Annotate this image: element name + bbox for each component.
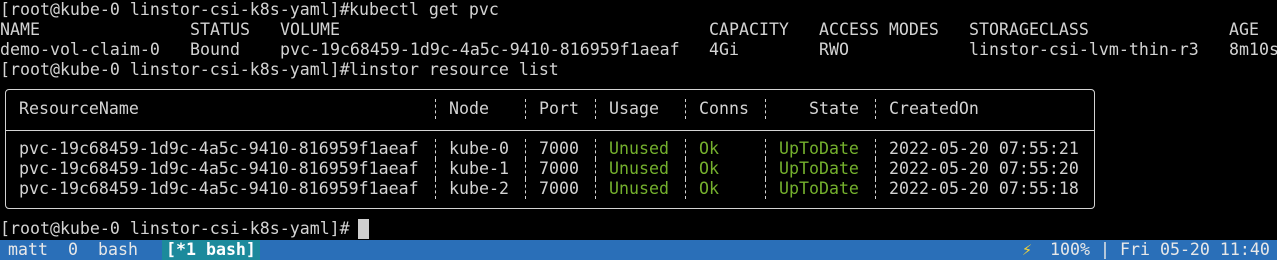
resource-state: UpToDate bbox=[779, 139, 859, 158]
pvc-storageclass: linstor-csi-lvm-thin-r3 bbox=[969, 40, 1199, 59]
pvc-header-volume: VOLUME bbox=[280, 20, 340, 39]
pvc-volume: pvc-19c68459-1d9c-4a5c-9410-816959f1aeaf bbox=[280, 40, 680, 59]
window-0-tab[interactable]: 0 bash bbox=[68, 240, 138, 260]
resource-name: pvc-19c68459-1d9c-4a5c-9410-816959f1aeaf bbox=[19, 179, 419, 198]
header-state: State bbox=[809, 99, 859, 118]
column-separator bbox=[685, 179, 686, 199]
pvc-table-header: NAME STATUS VOLUME CAPACITY ACCESS MODES… bbox=[0, 20, 1259, 40]
column-separator bbox=[525, 179, 526, 199]
terminal-input-line[interactable]: [root@kube-0 linstor-csi-k8s-yaml]# bbox=[0, 219, 350, 239]
column-separator bbox=[875, 139, 876, 159]
battery-level: 100% bbox=[1050, 240, 1090, 259]
column-separator bbox=[765, 139, 766, 159]
column-separator bbox=[685, 159, 686, 179]
terminal-line-1: [root@kube-0 linstor-csi-k8s-yaml]# kube… bbox=[0, 0, 499, 20]
column-separator bbox=[765, 99, 766, 119]
command-text: kubectl get pvc bbox=[349, 0, 499, 19]
resource-table-row: pvc-19c68459-1d9c-4a5c-9410-816959f1aeaf… bbox=[0, 139, 1079, 159]
header-node: Node bbox=[449, 99, 489, 118]
header-created-on: CreatedOn bbox=[889, 99, 979, 118]
pvc-status: Bound bbox=[190, 40, 240, 59]
resource-state: UpToDate bbox=[779, 179, 859, 198]
resource-name: pvc-19c68459-1d9c-4a5c-9410-816959f1aeaf bbox=[19, 159, 419, 178]
header-resource-name: ResourceName bbox=[19, 99, 139, 118]
column-separator bbox=[435, 99, 436, 119]
resource-usage: Unused bbox=[609, 139, 669, 158]
resource-table-row: pvc-19c68459-1d9c-4a5c-9410-816959f1aeaf… bbox=[0, 159, 1079, 179]
resource-port: 7000 bbox=[539, 139, 579, 158]
resource-port: 7000 bbox=[539, 179, 579, 198]
resource-usage: Unused bbox=[609, 179, 669, 198]
column-separator bbox=[685, 99, 686, 119]
resource-state: UpToDate bbox=[779, 159, 859, 178]
pvc-table-row: demo-vol-claim-0 Bound pvc-19c68459-1d9c… bbox=[0, 40, 1277, 60]
shell-prompt: [root@kube-0 linstor-csi-k8s-yaml]# bbox=[0, 219, 350, 238]
column-separator bbox=[525, 139, 526, 159]
command-text: linstor resource list bbox=[349, 60, 559, 79]
column-separator bbox=[435, 139, 436, 159]
status-separator: | bbox=[1100, 240, 1110, 259]
resource-usage: Unused bbox=[609, 159, 669, 178]
column-separator bbox=[875, 159, 876, 179]
column-separator bbox=[595, 179, 596, 199]
resource-node: kube-0 bbox=[449, 139, 509, 158]
column-separator bbox=[765, 179, 766, 199]
resource-conns: Ok bbox=[699, 159, 719, 178]
lightning-icon: ⚡ bbox=[1022, 240, 1032, 259]
header-usage: Usage bbox=[609, 99, 659, 118]
status-datetime: Fri 05-20 11:40 bbox=[1120, 240, 1270, 259]
column-separator bbox=[595, 99, 596, 119]
resource-port: 7000 bbox=[539, 159, 579, 178]
pvc-name: demo-vol-claim-0 bbox=[0, 40, 160, 59]
terminal-cursor bbox=[358, 219, 369, 239]
resource-table-header: ResourceName Node Port Usage Conns State… bbox=[0, 99, 979, 119]
header-port: Port bbox=[539, 99, 579, 118]
tmux-status-bar: matt 0 bash [*1 bash] ⚡ 100% | Fri 05-20… bbox=[0, 240, 1277, 260]
shell-prompt: [root@kube-0 linstor-csi-k8s-yaml]# bbox=[0, 60, 350, 79]
column-separator bbox=[685, 139, 686, 159]
column-separator bbox=[525, 159, 526, 179]
resource-node: kube-2 bbox=[449, 179, 509, 198]
pvc-header-storageclass: STORAGECLASS bbox=[969, 20, 1089, 39]
pvc-header-access-modes: ACCESS MODES bbox=[819, 20, 939, 39]
column-separator bbox=[765, 159, 766, 179]
column-separator bbox=[875, 179, 876, 199]
resource-node: kube-1 bbox=[449, 159, 509, 178]
resource-name: pvc-19c68459-1d9c-4a5c-9410-816959f1aeaf bbox=[19, 139, 419, 158]
column-separator bbox=[595, 159, 596, 179]
header-conns: Conns bbox=[699, 99, 749, 118]
column-separator bbox=[595, 139, 596, 159]
pvc-capacity: 4Gi bbox=[709, 40, 739, 59]
pvc-age: 8m10s bbox=[1229, 40, 1277, 59]
pvc-header-capacity: CAPACITY bbox=[709, 20, 789, 39]
column-separator bbox=[525, 99, 526, 119]
resource-conns: Ok bbox=[699, 139, 719, 158]
column-separator bbox=[875, 99, 876, 119]
pvc-header-age: AGE bbox=[1229, 20, 1259, 39]
terminal-line-2: [root@kube-0 linstor-csi-k8s-yaml]# lins… bbox=[0, 60, 559, 80]
pvc-access-mode: RWO bbox=[819, 40, 849, 59]
window-1-tab-active[interactable]: [*1 bash] bbox=[162, 240, 260, 260]
table-divider bbox=[6, 130, 1094, 131]
resource-created-on: 2022-05-20 07:55:21 bbox=[889, 139, 1079, 158]
session-name: matt bbox=[8, 240, 48, 259]
resource-created-on: 2022-05-20 07:55:20 bbox=[889, 159, 1079, 178]
shell-prompt: [root@kube-0 linstor-csi-k8s-yaml]# bbox=[0, 0, 350, 19]
resource-created-on: 2022-05-20 07:55:18 bbox=[889, 179, 1079, 198]
resource-conns: Ok bbox=[699, 179, 719, 198]
column-separator bbox=[435, 159, 436, 179]
column-separator bbox=[435, 179, 436, 199]
pvc-header-status: STATUS bbox=[190, 20, 250, 39]
resource-table-row: pvc-19c68459-1d9c-4a5c-9410-816959f1aeaf… bbox=[0, 179, 1079, 199]
pvc-header-name: NAME bbox=[0, 20, 40, 39]
